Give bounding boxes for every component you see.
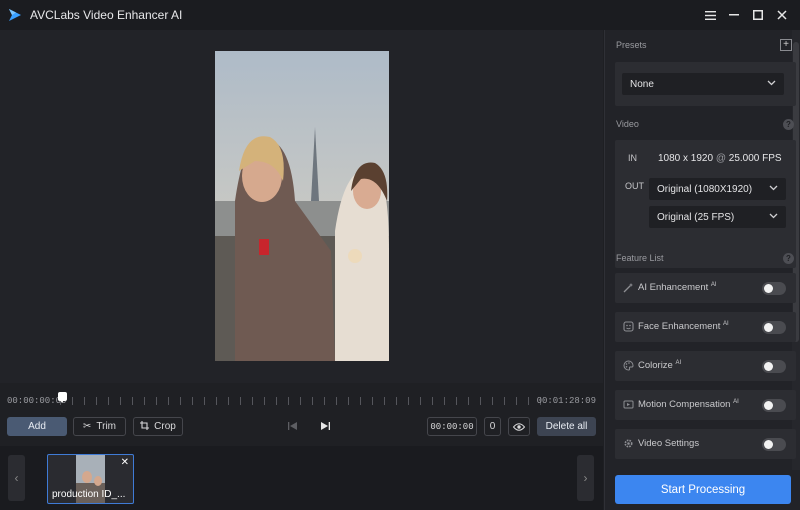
crop-icon: [140, 420, 150, 433]
output-fps: Original (25 FPS): [657, 211, 735, 223]
chevron-down-icon: [767, 78, 776, 88]
delete-all-button[interactable]: Delete all: [537, 417, 596, 436]
feature-face-enhancement: Face Enhancement AI: [615, 312, 796, 342]
timeline[interactable]: 00:00:00:00 00:01:28:09: [0, 383, 603, 410]
end-time: 00:01:28:09: [536, 396, 596, 406]
colorize-toggle[interactable]: [762, 360, 786, 373]
timeline-ticks: [60, 397, 547, 405]
feature-label: Motion Compensation AI: [638, 399, 739, 411]
ai-enhancement-toggle[interactable]: [762, 282, 786, 295]
hamburger-menu-icon[interactable]: [698, 0, 722, 30]
frame-count[interactable]: 0: [484, 417, 501, 436]
in-tag: IN: [628, 153, 637, 163]
motion-icon: [623, 399, 634, 410]
preset-value: None: [630, 78, 654, 90]
skip-to-start-icon[interactable]: [285, 419, 299, 433]
input-fps-unit: FPS: [762, 153, 782, 164]
time-input[interactable]: 00:00:00: [427, 417, 477, 436]
video-frame[interactable]: [215, 51, 389, 361]
feature-ai-enhancement: AI Enhancement AI: [615, 273, 796, 303]
minimize-icon[interactable]: [722, 0, 746, 30]
preset-select[interactable]: None: [622, 73, 784, 95]
feature-video-settings: Video Settings: [615, 429, 796, 459]
trim-button[interactable]: ✂ Trim: [73, 417, 126, 436]
out-tag: OUT: [625, 181, 644, 191]
settings-panel: Presets + None Video ? IN 1080 x 1920 @ …: [604, 30, 800, 510]
chevron-down-icon: [769, 183, 778, 193]
close-icon[interactable]: [770, 0, 794, 30]
feature-label: AI Enhancement AI: [638, 282, 717, 294]
face-enhancement-toggle[interactable]: [762, 321, 786, 334]
app-title: AVCLabs Video Enhancer AI: [30, 8, 183, 22]
maximize-icon[interactable]: [746, 0, 770, 30]
video-settings-toggle[interactable]: [762, 438, 786, 451]
filmstrip-prev-icon[interactable]: ‹: [8, 455, 25, 501]
feature-label: Video Settings: [638, 438, 700, 449]
feature-label: Colorize AI: [638, 360, 682, 372]
remove-video-icon[interactable]: ✕: [121, 457, 129, 468]
start-processing-button[interactable]: Start Processing: [615, 475, 791, 504]
input-fps: 25.000: [728, 153, 760, 164]
thumbnail-filename: production ID_...: [52, 489, 126, 500]
add-button[interactable]: Add: [7, 417, 67, 436]
scissors-icon: ✂: [82, 421, 92, 432]
video-label: Video: [616, 119, 639, 129]
output-resolution: Original (1080X1920): [657, 183, 753, 195]
feature-motion-compensation: Motion Compensation AI: [615, 390, 796, 420]
window-controls: [698, 0, 794, 30]
preview-eye-icon[interactable]: [508, 417, 530, 436]
output-resolution-select[interactable]: Original (1080X1920): [649, 178, 786, 200]
presets-card: None: [615, 62, 796, 106]
face-icon: [623, 321, 634, 332]
motion-compensation-toggle[interactable]: [762, 399, 786, 412]
add-preset-icon[interactable]: +: [780, 39, 792, 51]
feature-list-label: Feature List: [616, 253, 664, 263]
presets-label: Presets: [616, 40, 647, 50]
magic-wand-icon: [623, 282, 634, 293]
chevron-down-icon: [769, 211, 778, 221]
crop-label: Crop: [154, 421, 176, 432]
gear-icon: [623, 438, 634, 449]
video-help-icon[interactable]: ?: [783, 119, 794, 130]
filmstrip: ‹ ✕ production ID_... ›: [0, 446, 603, 510]
trim-label: Trim: [96, 421, 116, 432]
feature-help-icon[interactable]: ?: [783, 253, 794, 264]
output-fps-select[interactable]: Original (25 FPS): [649, 206, 786, 228]
feature-label: Face Enhancement AI: [638, 321, 729, 333]
palette-icon: [623, 360, 634, 371]
title-bar: AVCLabs Video Enhancer AI: [0, 0, 800, 30]
input-resolution: 1080 x 1920: [658, 153, 714, 164]
edit-toolbar: Add ✂ Trim Crop 00:00:00 0 Delete all: [0, 410, 603, 446]
feature-colorize: Colorize AI: [615, 351, 796, 381]
video-thumbnail[interactable]: ✕ production ID_...: [47, 454, 134, 504]
video-preview-area: [0, 30, 603, 383]
playhead-handle[interactable]: [58, 392, 67, 403]
input-at: @: [715, 153, 726, 164]
app-logo-icon: [9, 9, 21, 21]
input-info: 1080 x 1920 @ 25.000 FPS: [658, 153, 782, 164]
filmstrip-next-icon[interactable]: ›: [577, 455, 594, 501]
skip-to-end-icon[interactable]: [318, 419, 332, 433]
video-card: IN 1080 x 1920 @ 25.000 FPS OUT Original…: [615, 140, 796, 268]
crop-button[interactable]: Crop: [133, 417, 183, 436]
